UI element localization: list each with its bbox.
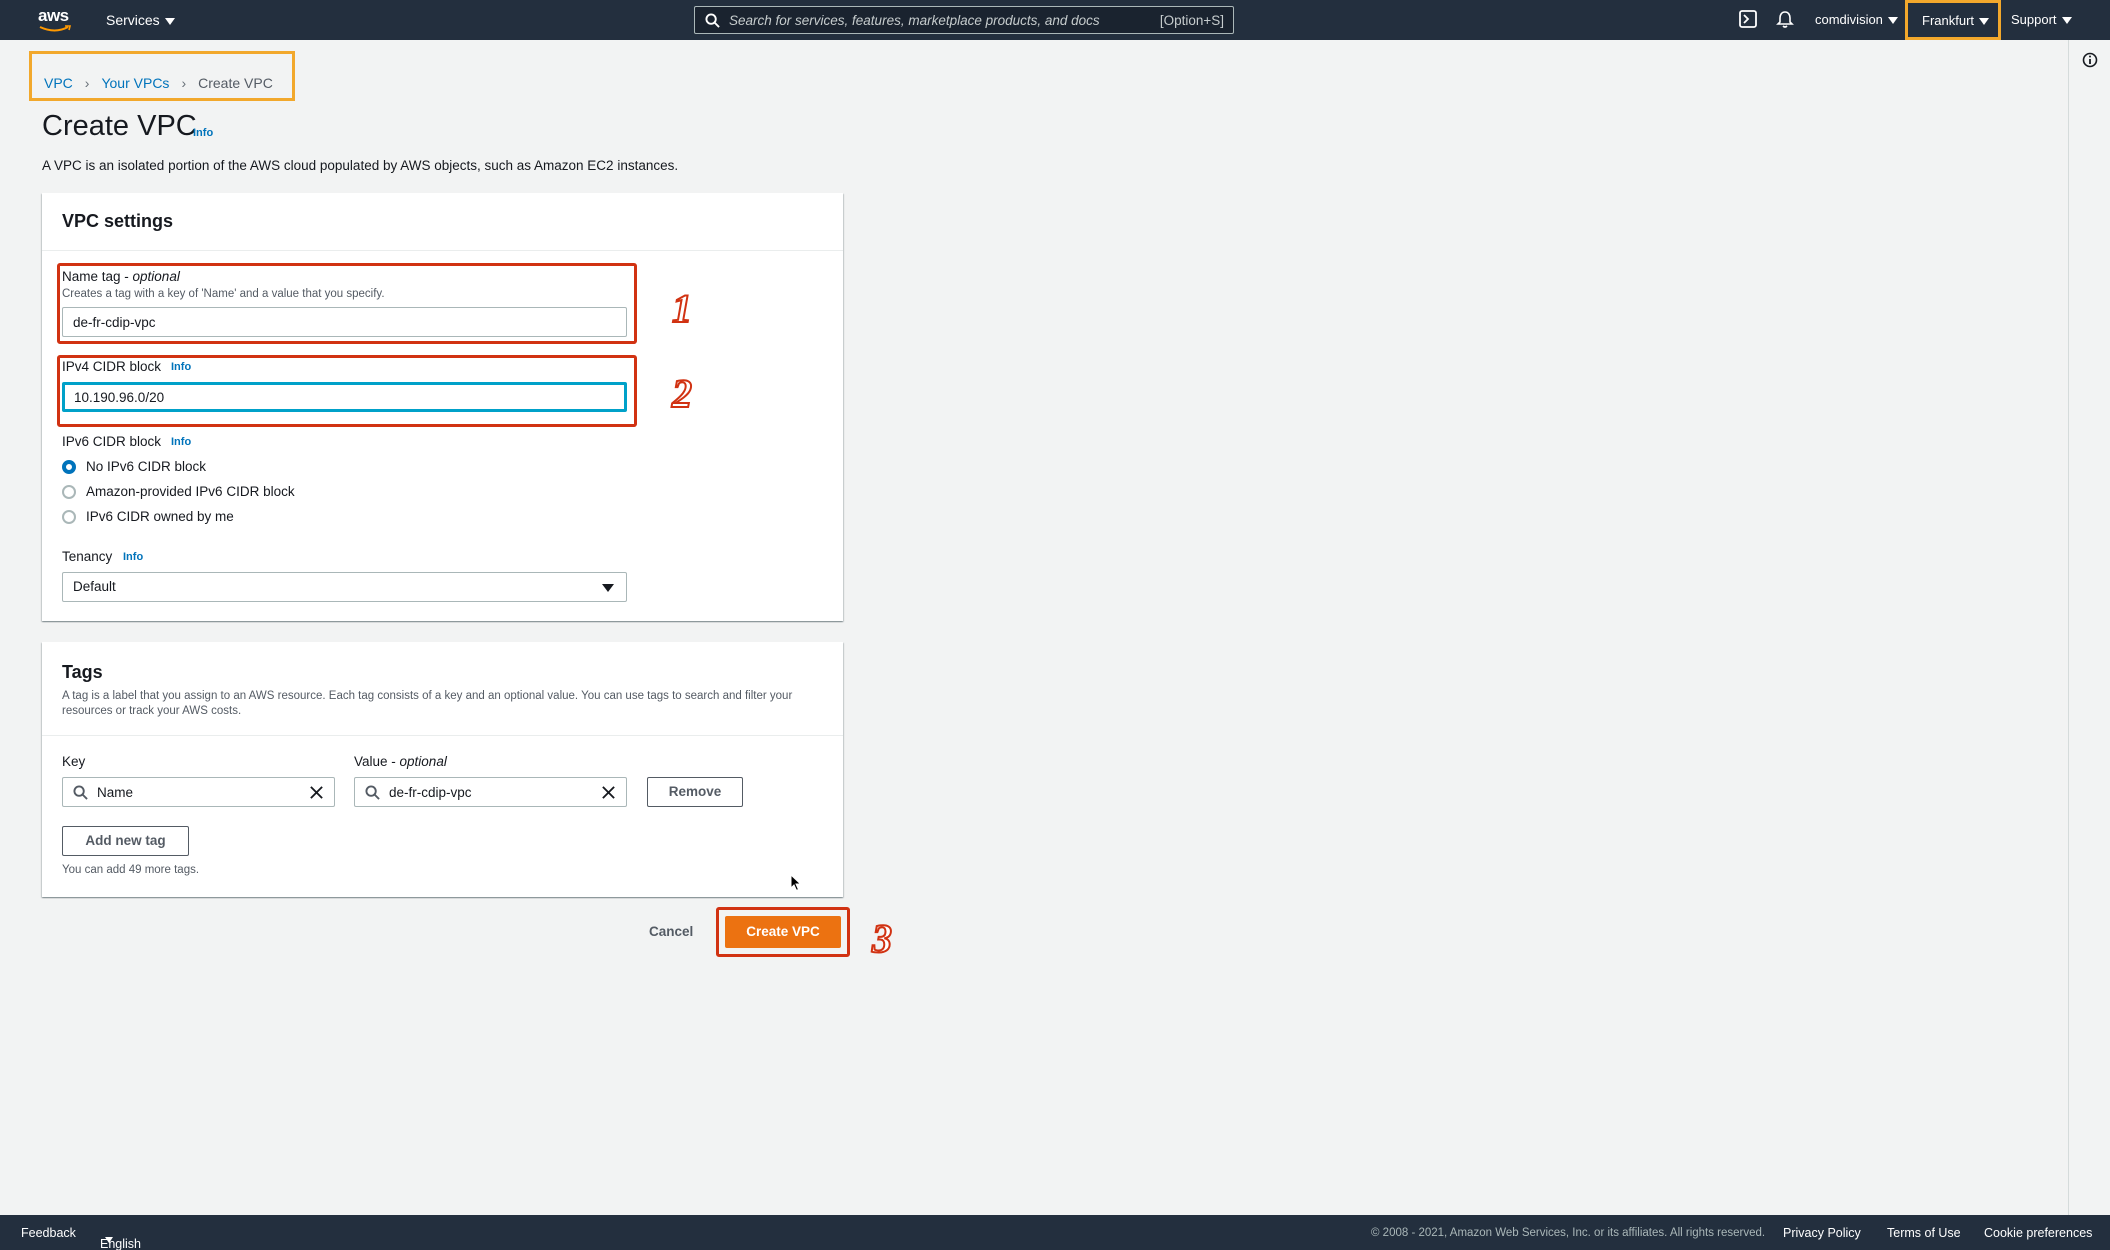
tag-key-value: Name [97,785,134,800]
aws-logo-text: aws [38,6,69,25]
top-navigation: aws Services [Option+S] comdivision Fran… [0,0,2110,40]
tags-panel: Tags A tag is a label that you assign to… [42,642,843,897]
chevron-down-icon [164,17,175,25]
title-info-link[interactable]: Info [193,127,213,139]
tag-key-label: Key [62,754,86,769]
mouse-cursor-icon [790,874,802,892]
account-label: comdivision [1815,12,1883,27]
search-icon [705,13,720,28]
chevron-down-icon [105,1237,113,1243]
chevron-right-icon: › [181,75,187,91]
feedback-link[interactable]: Feedback [21,1226,76,1240]
services-label: Services [106,12,160,28]
search-shortcut: [Option+S] [1159,13,1224,28]
ipv6-option-amazon[interactable]: Amazon-provided IPv6 CIDR block [62,484,295,499]
caret-down-icon [602,584,614,592]
chevron-right-icon: › [84,75,90,91]
tag-value-label: Value - optional [354,754,447,769]
highlight-box-2 [57,355,637,427]
tenancy-label: Tenancy [62,549,113,564]
highlight-box-3 [716,907,850,957]
region-label: Frankfurt [1922,13,1975,28]
tag-value-input[interactable]: de-fr-cdip-vpc [354,777,627,807]
tenancy-info-link[interactable]: Info [123,551,143,563]
highlight-box-1 [57,263,637,344]
chevron-down-icon [2061,17,2072,25]
ipv6-option-none[interactable]: No IPv6 CIDR block [62,459,206,474]
services-menu[interactable]: Services [106,12,175,28]
search-input[interactable] [729,10,1129,30]
vpc-settings-header: VPC settings [42,193,843,251]
ipv6-option-owned[interactable]: IPv6 CIDR owned by me [62,509,234,524]
tag-value-value: de-fr-cdip-vpc [389,785,472,800]
footer: Feedback English (US) © 2008 - 2021, Ama… [0,1215,2110,1250]
help-panel-strip [2068,40,2110,1215]
radio-label: Amazon-provided IPv6 CIDR block [86,484,295,499]
breadcrumb-vpc[interactable]: VPC [44,75,73,91]
aws-smile-icon [39,25,72,32]
tags-description: A tag is a label that you assign to an A… [62,690,793,717]
privacy-policy-link[interactable]: Privacy Policy [1783,1226,1861,1240]
account-menu[interactable]: comdivision [1815,12,1898,27]
chevron-down-icon [1979,18,1990,26]
support-label: Support [2011,12,2057,27]
radio-button[interactable] [62,484,76,499]
global-search[interactable]: [Option+S] [694,6,1234,34]
radio-button[interactable] [62,509,76,524]
page-title: Create VPC [42,110,197,142]
terms-of-use-link[interactable]: Terms of Use [1887,1226,1961,1240]
tag-value-label-text: Value - [354,754,400,769]
aws-logo[interactable]: aws [38,6,74,34]
ipv6-info-link[interactable]: Info [171,436,191,448]
tags-remaining-hint: You can add 49 more tags. [62,864,200,876]
breadcrumb-current: Create VPC [198,75,273,91]
ipv6-label: IPv6 CIDR block [62,434,162,449]
support-menu[interactable]: Support [2011,12,2072,27]
tenancy-select[interactable]: Default [62,572,627,602]
breadcrumb-your-vpcs[interactable]: Your VPCs [101,75,169,91]
breadcrumb: VPC › Your VPCs › Create VPC [29,51,295,101]
search-icon [365,785,380,800]
step-number-3: 3 [871,915,893,962]
radio-button-checked[interactable] [62,459,76,474]
tag-key-input[interactable]: Name [62,777,335,807]
bell-icon[interactable] [1776,10,1794,29]
tags-header: Tags A tag is a label that you assign to… [42,642,843,736]
step-number-1: 1 [671,285,693,332]
cookie-preferences-link[interactable]: Cookie preferences [1984,1226,2092,1240]
tags-title: Tags [62,662,103,682]
clear-icon[interactable] [309,785,324,800]
tenancy-selected-value: Default [73,579,116,594]
clear-icon[interactable] [601,785,616,800]
optional-text: optional [399,754,447,769]
region-selector[interactable]: Frankfurt [1905,0,2001,40]
radio-label: IPv6 CIDR owned by me [86,509,234,524]
page-description: A VPC is an isolated portion of the AWS … [42,158,679,173]
cancel-button[interactable]: Cancel [649,924,693,939]
cloudshell-icon[interactable] [1739,10,1757,28]
vpc-settings-title: VPC settings [62,211,174,231]
chevron-down-icon [1887,17,1898,25]
remove-tag-button[interactable]: Remove [647,777,743,807]
step-number-2: 2 [671,370,693,417]
radio-label: No IPv6 CIDR block [86,459,207,474]
info-circle-icon[interactable] [2082,52,2098,68]
add-new-tag-button[interactable]: Add new tag [62,826,189,856]
copyright-text: © 2008 - 2021, Amazon Web Services, Inc.… [1371,1227,1766,1239]
search-icon [73,785,88,800]
